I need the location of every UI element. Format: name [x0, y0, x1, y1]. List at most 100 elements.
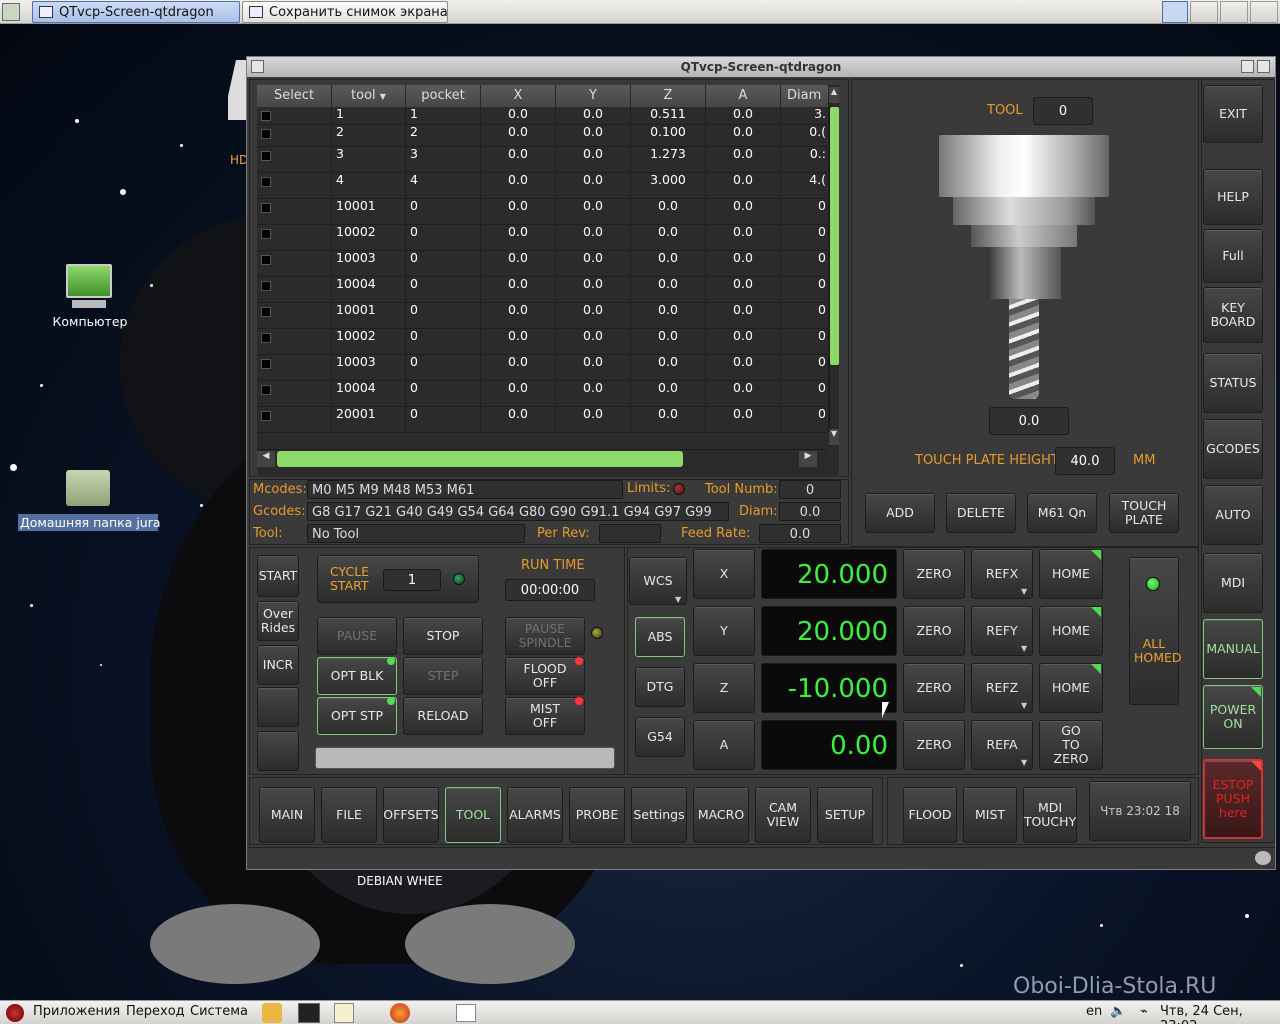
workspace-4[interactable] — [1250, 1, 1278, 23]
select-checkbox[interactable] — [261, 385, 271, 395]
table-cell-tool[interactable]: 3 — [332, 147, 406, 172]
table-row[interactable]: 10004 0 0.0 0.0 0.0 0.0 0 — [257, 277, 829, 303]
mist-off-button[interactable]: MIST OFF — [505, 697, 585, 735]
cycle-count-display[interactable]: 1 — [383, 569, 441, 591]
window-titlebar[interactable]: QTvcp-Screen-qtdragon — [247, 57, 1275, 77]
close-icon[interactable] — [1257, 60, 1270, 73]
select-checkbox[interactable] — [261, 203, 271, 213]
table-cell-diam[interactable]: 0.: — [781, 147, 829, 172]
table-cell-y[interactable]: 0.0 — [556, 277, 631, 302]
table-cell-y[interactable]: 0.0 — [556, 355, 631, 380]
flood-off-button[interactable]: FLOOD OFF — [505, 657, 585, 695]
table-cell-y[interactable]: 0.0 — [556, 381, 631, 406]
tab-cam-view[interactable]: CAM VIEW — [755, 787, 811, 843]
incr-button[interactable]: INCR — [257, 645, 299, 685]
table-cell-a[interactable]: 0.0 — [706, 225, 781, 250]
table-cell-a[interactable]: 0.0 — [706, 199, 781, 224]
select-checkbox[interactable] — [261, 129, 271, 139]
table-cell-y[interactable]: 0.0 — [556, 407, 631, 432]
scroll-down-icon[interactable]: ▼ — [829, 429, 839, 445]
table-cell-pocket[interactable]: 0 — [406, 355, 481, 380]
table-row[interactable]: 10004 0 0.0 0.0 0.0 0.0 0 — [257, 381, 829, 407]
table-cell-y[interactable]: 0.0 — [556, 199, 631, 224]
table-row[interactable]: 10002 0 0.0 0.0 0.0 0.0 0 — [257, 225, 829, 251]
table-cell-a[interactable]: 0.0 — [706, 251, 781, 276]
table-cell-a[interactable]: 0.0 — [706, 381, 781, 406]
text-editor-icon[interactable] — [334, 1003, 354, 1023]
column-header-pocket[interactable]: pocket — [406, 85, 481, 107]
touch-plate-height-input[interactable]: 40.0 — [1055, 447, 1115, 475]
m61-qn-button[interactable]: M61 Qn — [1027, 493, 1097, 533]
flood-button[interactable]: FLOOD — [903, 787, 957, 843]
tool-table[interactable]: Select tool ▼ pocket X Y Z A Diam 1 1 0.0 0… — [257, 85, 839, 477]
help-button[interactable]: HELP — [1203, 169, 1263, 225]
resize-grip-icon[interactable] — [1255, 851, 1271, 865]
table-cell-y[interactable]: 0.0 — [556, 173, 631, 198]
table-cell-x[interactable]: 0.0 — [481, 303, 556, 328]
clipboard-icon[interactable] — [456, 1004, 476, 1022]
abs-button[interactable]: ABS — [635, 617, 685, 657]
column-header-diam[interactable]: Diam — [781, 85, 829, 107]
select-cell[interactable] — [257, 199, 332, 224]
table-cell-z[interactable]: 0.0 — [631, 303, 706, 328]
table-cell-tool[interactable]: 10002 — [332, 329, 406, 354]
tab-file[interactable]: FILE — [321, 787, 377, 843]
table-cell-tool[interactable]: 10004 — [332, 277, 406, 302]
column-header-y[interactable]: Y — [556, 85, 631, 107]
table-cell-pocket[interactable]: 0 — [406, 381, 481, 406]
table-row[interactable]: 1 1 0.0 0.0 0.511 0.0 3. — [257, 107, 829, 125]
table-cell-pocket[interactable]: 1 — [406, 107, 481, 124]
table-row[interactable]: 20001 0 0.0 0.0 0.0 0.0 0 — [257, 407, 829, 433]
select-cell[interactable] — [257, 303, 332, 328]
axis-x-button[interactable]: X — [693, 549, 755, 599]
table-cell-a[interactable]: 0.0 — [706, 173, 781, 198]
tab-alarms[interactable]: ALARMS — [507, 787, 563, 843]
table-row[interactable]: 10001 0 0.0 0.0 0.0 0.0 0 — [257, 199, 829, 225]
delete-tool-button[interactable]: DELETE — [946, 493, 1016, 533]
mdi-button[interactable]: MDI — [1203, 553, 1263, 613]
manual-button[interactable]: MANUAL — [1203, 619, 1263, 679]
table-cell-y[interactable]: 0.0 — [556, 147, 631, 172]
tab-setup[interactable]: SETUP — [817, 787, 873, 843]
step-button[interactable]: STEP — [403, 657, 483, 695]
show-desktop-icon[interactable] — [2, 3, 20, 21]
table-cell-diam[interactable]: 0 — [781, 355, 829, 380]
firefox-icon[interactable] — [390, 1003, 410, 1023]
zero-a-button[interactable]: ZERO — [903, 720, 965, 770]
table-cell-pocket[interactable]: 3 — [406, 147, 481, 172]
window-menu-icon[interactable] — [251, 60, 264, 73]
table-cell-pocket[interactable]: 4 — [406, 173, 481, 198]
terminal-icon[interactable] — [298, 1003, 320, 1023]
table-cell-z[interactable]: 1.273 — [631, 147, 706, 172]
volume-icon[interactable]: 🔈 — [1110, 1004, 1126, 1019]
table-cell-pocket[interactable]: 0 — [406, 303, 481, 328]
select-cell[interactable] — [257, 107, 332, 124]
estop-button[interactable]: ESTOP PUSH here — [1203, 759, 1263, 839]
select-cell[interactable] — [257, 381, 332, 406]
axis-z-button[interactable]: Z — [693, 663, 755, 713]
table-cell-x[interactable]: 0.0 — [481, 173, 556, 198]
table-cell-diam[interactable]: 0 — [781, 329, 829, 354]
table-cell-x[interactable]: 0.0 — [481, 199, 556, 224]
table-row[interactable]: 10001 0 0.0 0.0 0.0 0.0 0 — [257, 303, 829, 329]
blank-button[interactable] — [257, 687, 299, 727]
workspace-1[interactable] — [1162, 1, 1188, 23]
select-cell[interactable] — [257, 125, 332, 146]
table-cell-a[interactable]: 0.0 — [706, 147, 781, 172]
table-cell-pocket[interactable]: 0 — [406, 277, 481, 302]
add-tool-button[interactable]: ADD — [865, 493, 935, 533]
table-cell-diam[interactable]: 3. — [781, 107, 829, 124]
select-checkbox[interactable] — [261, 307, 271, 317]
tab-main[interactable]: MAIN — [259, 787, 315, 843]
desktop-icon-label[interactable]: Компьютер — [40, 314, 140, 329]
table-cell-tool[interactable]: 10003 — [332, 355, 406, 380]
select-checkbox[interactable] — [261, 359, 271, 369]
select-checkbox[interactable] — [261, 255, 271, 265]
select-checkbox[interactable] — [261, 151, 271, 161]
table-cell-z[interactable]: 0.0 — [631, 199, 706, 224]
axis-y-button[interactable]: Y — [693, 606, 755, 656]
table-cell-tool[interactable]: 10001 — [332, 199, 406, 224]
select-checkbox[interactable] — [261, 177, 271, 187]
table-cell-tool[interactable]: 10004 — [332, 381, 406, 406]
blank-button[interactable] — [257, 731, 299, 771]
